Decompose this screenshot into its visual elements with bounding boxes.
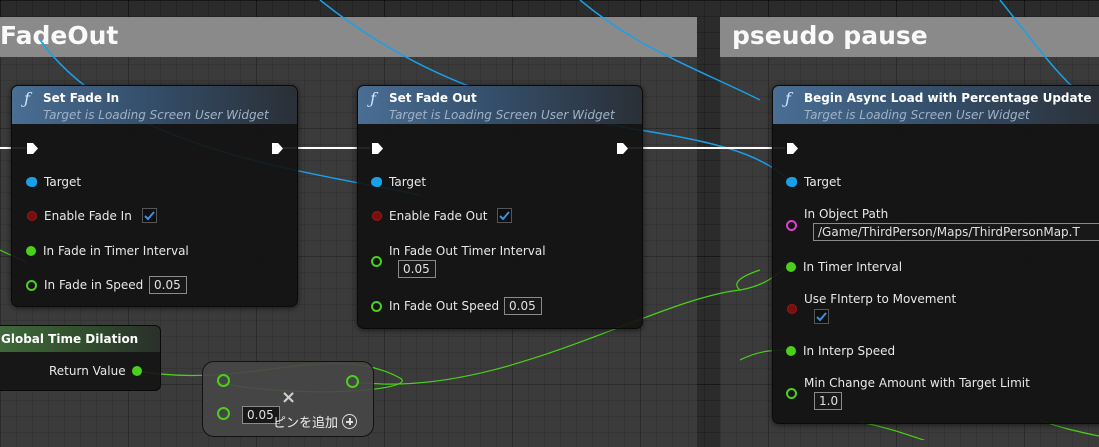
bool-pin-icon [27, 211, 37, 221]
pin-label: Use FInterp to Movement [804, 292, 957, 306]
node-title: Set Fade In [43, 91, 120, 105]
object-pin-icon [786, 177, 797, 187]
multiply-operator: × [281, 387, 297, 408]
node-set-fade-out[interactable]: ƒ Set Fade Out Target is Loading Screen … [357, 85, 643, 329]
pin-label: In Timer Interval [803, 260, 903, 274]
add-pin-label: ピンを追加 [273, 416, 339, 431]
function-icon: ƒ [785, 89, 791, 108]
comment-title-pseudo-pause: pseudo pause [732, 21, 928, 50]
pin-label: Enable Fade Out [389, 209, 488, 223]
pin-target[interactable]: Target [26, 175, 81, 189]
node-subtitle: Target is Loading Screen User Widget [804, 108, 1030, 122]
check-icon [499, 211, 510, 221]
exec-in-pin-icon[interactable] [371, 142, 384, 155]
node-header[interactable]: ƒ Set Fade Out Target is Loading Screen … [358, 86, 642, 124]
pin-target[interactable]: Target [786, 175, 841, 189]
exec-in-pin-icon[interactable] [26, 142, 39, 155]
node-set-fade-in[interactable]: ƒ Set Fade In Target is Loading Screen U… [11, 85, 298, 307]
float-pin-icon [131, 366, 142, 376]
fade-out-timer-interval-input[interactable]: 0.05 [398, 260, 436, 278]
float-pin-icon [786, 262, 796, 272]
float-pin-icon [371, 300, 382, 312]
pin-enable-fade-in[interactable]: Enable Fade In [27, 209, 132, 223]
node-subtitle: Target is Loading Screen User Widget [389, 108, 615, 122]
fade-out-speed-input[interactable]: 0.05 [504, 297, 542, 315]
pin-target[interactable]: Target [371, 175, 426, 189]
float-pin-icon [786, 388, 797, 399]
add-circle-icon [342, 414, 358, 429]
pin-label: Return Value [49, 364, 126, 378]
enable-fade-in-checkbox[interactable] [142, 208, 157, 223]
exec-in-pin-icon[interactable] [786, 142, 799, 155]
min-change-amount-input[interactable]: 1.0 [814, 392, 842, 410]
exec-out-pin-icon[interactable] [616, 142, 629, 155]
node-header[interactable]: Global Time Dilation [0, 326, 160, 352]
pin-label: Min Change Amount with Target Limit [804, 376, 1030, 390]
pin-fade-in-timer-interval[interactable]: In Fade in Timer Interval [26, 244, 189, 258]
enable-fade-out-checkbox[interactable] [497, 208, 512, 223]
pin-use-finterp-to-movement[interactable]: Use FInterp to Movement [787, 292, 956, 314]
use-finterp-checkbox[interactable] [814, 309, 829, 324]
node-global-time-dilation[interactable]: Global Time Dilation Return Value [0, 325, 161, 391]
float-input-pin-icon[interactable] [217, 374, 230, 387]
pin-return-value[interactable]: Return Value [49, 364, 142, 378]
check-icon [816, 312, 827, 322]
pin-label: Target [804, 175, 842, 189]
function-icon: ƒ [370, 89, 376, 108]
object-pin-icon [26, 177, 37, 187]
node-header[interactable]: ƒ Begin Async Load with Percentage Updat… [773, 86, 1099, 124]
node-begin-async-load[interactable]: ƒ Begin Async Load with Percentage Updat… [772, 85, 1099, 424]
pin-label: Target [44, 175, 82, 189]
pin-in-timer-interval[interactable]: In Timer Interval [786, 260, 902, 274]
pin-fade-out-speed[interactable]: In Fade Out Speed [371, 299, 499, 313]
object-path-input[interactable]: /Game/ThirdPerson/Maps/ThirdPersonMap.T [813, 223, 1099, 241]
pin-fade-in-speed[interactable]: In Fade in Speed [26, 278, 143, 292]
float-input-pin-icon[interactable] [217, 407, 230, 420]
exec-out-pin-icon[interactable] [271, 142, 284, 155]
node-subtitle: Target is Loading Screen User Widget [43, 108, 269, 122]
float-pin-icon [371, 256, 382, 267]
pin-in-interp-speed[interactable]: In Interp Speed [786, 344, 895, 358]
comment-header[interactable]: pseudo pause [720, 17, 1099, 57]
pin-label: Target [389, 175, 427, 189]
float-pin-icon [26, 279, 37, 291]
object-pin-icon [371, 177, 382, 187]
float-pin-icon [26, 246, 36, 256]
string-pin-icon [786, 220, 797, 231]
node-title: Global Time Dilation [1, 332, 139, 346]
pin-label: In Object Path [804, 207, 889, 221]
float-output-pin-icon[interactable] [346, 375, 359, 388]
pin-label: Enable Fade In [44, 209, 132, 223]
comment-title-fadeout: FadeOut [0, 21, 119, 50]
pin-label: In Fade in Speed [44, 278, 144, 292]
pin-enable-fade-out[interactable]: Enable Fade Out [372, 209, 487, 223]
node-multiply[interactable]: 0.05 × ピンを追加 [202, 361, 374, 437]
pin-label: In Fade in Timer Interval [43, 244, 189, 258]
bool-pin-icon [787, 304, 797, 314]
float-pin-icon [786, 346, 796, 356]
node-title: Begin Async Load with Percentage Update [804, 91, 1092, 105]
bool-pin-icon [372, 211, 382, 221]
fade-in-speed-input[interactable]: 0.05 [149, 276, 187, 294]
comment-header[interactable]: FadeOut [0, 17, 697, 57]
add-pin-button[interactable]: ピンを追加 [273, 412, 358, 431]
function-icon: ƒ [24, 89, 30, 108]
node-title: Set Fade Out [389, 91, 477, 105]
pin-label: In Interp Speed [803, 344, 896, 358]
pin-label: In Fade Out Timer Interval [389, 244, 546, 258]
pin-label: In Fade Out Speed [389, 299, 500, 313]
check-icon [144, 211, 155, 221]
node-header[interactable]: ƒ Set Fade In Target is Loading Screen U… [12, 86, 297, 124]
